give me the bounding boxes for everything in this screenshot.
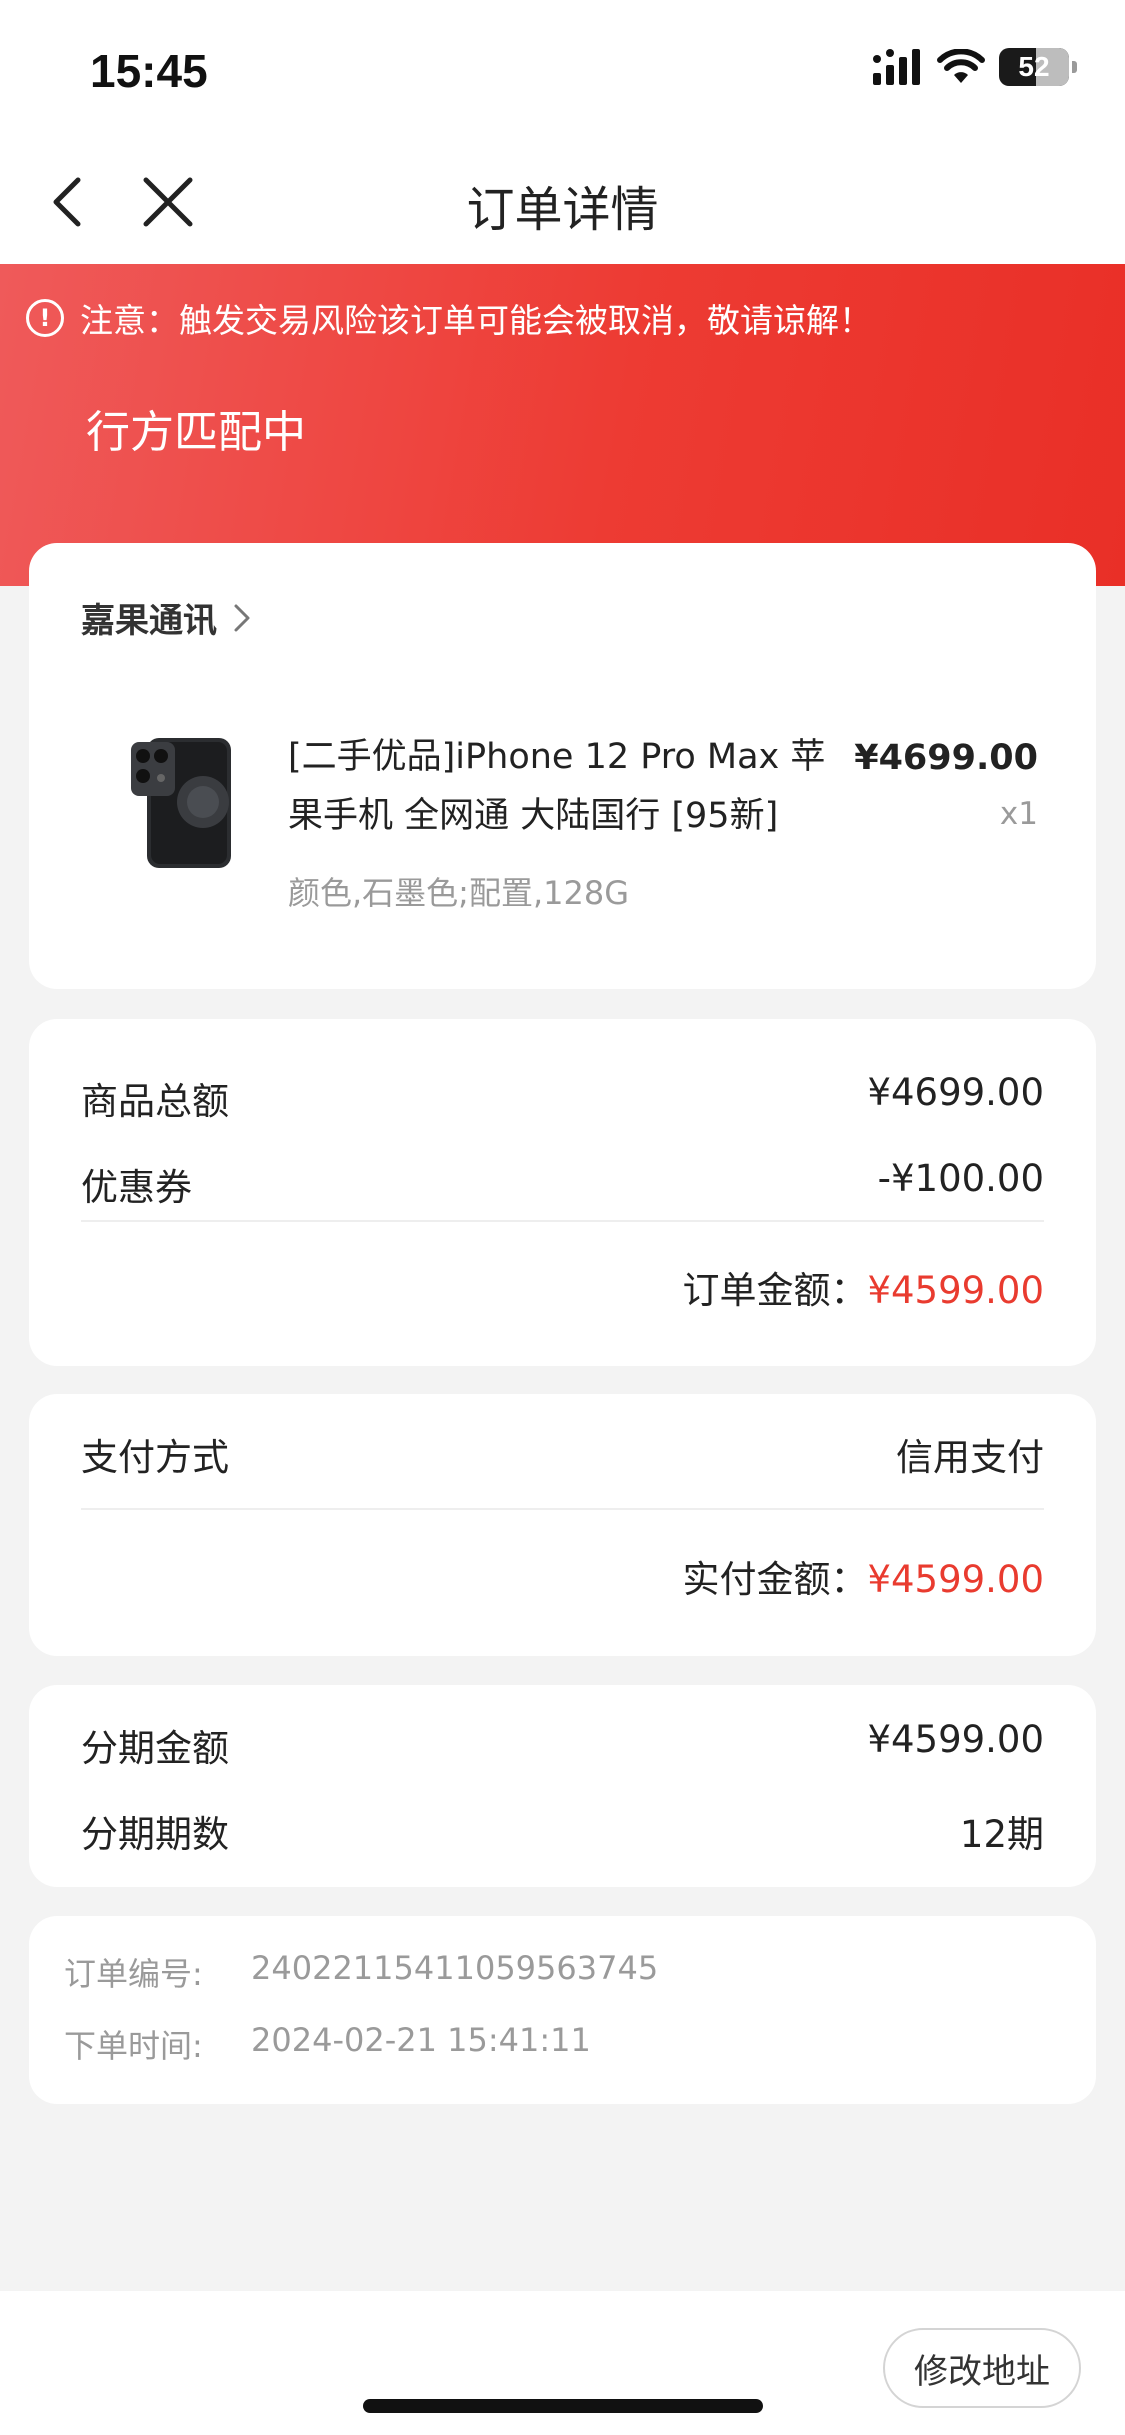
battery-level: 52 — [1018, 51, 1050, 82]
page-title: 订单详情 — [466, 182, 659, 238]
shop-link[interactable]: 嘉果通讯 — [81, 593, 253, 642]
order-time-value: 2024-02-21 15:41:11 — [251, 2021, 591, 2059]
goods-total-label: 商品总额 — [81, 1080, 229, 1123]
product-quantity: x1 — [999, 796, 1038, 832]
shop-name: 嘉果通讯 — [81, 601, 217, 641]
installment-amount-label: 分期金额 — [81, 1727, 229, 1770]
order-info-card: 订单编号: 24022115411059563745 下单时间: 2024-02… — [29, 1916, 1096, 2104]
coupon-label: 优惠券 — [81, 1166, 192, 1209]
order-number-label: 订单编号: — [64, 1955, 203, 1993]
installment-periods-value: 12期 — [959, 1813, 1044, 1856]
status-icons: 52 — [873, 48, 1077, 86]
order-amount: 订单金额：¥4599.00 — [682, 1260, 1044, 1314]
signal-icon — [873, 49, 920, 85]
risk-warning: ! 注意：触发交易风险该订单可能会被取消，敬请谅解！ — [26, 294, 872, 342]
order-amount-value: ¥4599.00 — [867, 1269, 1044, 1312]
product-title[interactable]: [二手优品]iPhone 12 Pro Max 苹果手机 全网通 大陆国行 [9… — [288, 728, 848, 846]
product-price: ¥4699.00 — [854, 738, 1038, 778]
product-spec: 颜色,石墨色;配置,128G — [288, 874, 630, 912]
order-time-label: 下单时间: — [64, 2027, 203, 2065]
product-image[interactable] — [129, 738, 249, 868]
payment-method-value: 信用支付 — [896, 1436, 1044, 1479]
order-status: 行方匹配中 — [86, 407, 306, 458]
order-amount-label: 订单金额： — [682, 1269, 868, 1312]
status-time: 15:45 — [90, 45, 208, 97]
amount-card: 商品总额 ¥4699.00 优惠券 -¥100.00 订单金额：¥4599.00 — [29, 1019, 1096, 1366]
modify-address-button[interactable]: 修改地址 — [883, 2328, 1081, 2408]
nav-bar: 订单详情 — [0, 140, 1125, 264]
wifi-icon — [937, 49, 985, 83]
exclamation-circle-icon: ! — [26, 299, 64, 337]
status-header: ! 注意：触发交易风险该订单可能会被取消，敬请谅解！ 行方匹配中 — [0, 264, 1125, 586]
battery-icon: 52 — [999, 48, 1077, 86]
chevron-right-icon — [234, 604, 250, 631]
goods-total-value: ¥4699.00 — [867, 1071, 1044, 1114]
warning-text: 注意：触发交易风险该订单可能会被取消，敬请谅解！ — [80, 301, 872, 340]
paid-amount-label: 实付金额： — [682, 1558, 868, 1601]
bottom-action-bar: 修改地址 — [0, 2291, 1125, 2435]
order-number-value[interactable]: 24022115411059563745 — [251, 1949, 658, 1987]
status-bar: 15:45 52 — [0, 0, 1125, 140]
installment-card: 分期金额 ¥4599.00 分期期数 12期 — [29, 1685, 1096, 1887]
payment-card: 支付方式 信用支付 实付金额：¥4599.00 — [29, 1394, 1096, 1656]
installment-periods-label: 分期期数 — [81, 1813, 229, 1856]
divider — [81, 1220, 1044, 1222]
divider — [81, 1508, 1044, 1510]
home-indicator[interactable] — [363, 2399, 763, 2413]
installment-amount-value: ¥4599.00 — [867, 1718, 1044, 1761]
paid-amount-value: ¥4599.00 — [867, 1558, 1044, 1601]
paid-amount: 实付金额：¥4599.00 — [682, 1549, 1044, 1603]
product-card: 嘉果通讯 [二手优品]iPhone 12 Pro Max 苹果手机 全网通 大陆… — [29, 543, 1096, 989]
coupon-value: -¥100.00 — [877, 1157, 1044, 1200]
payment-method-label: 支付方式 — [81, 1436, 229, 1479]
